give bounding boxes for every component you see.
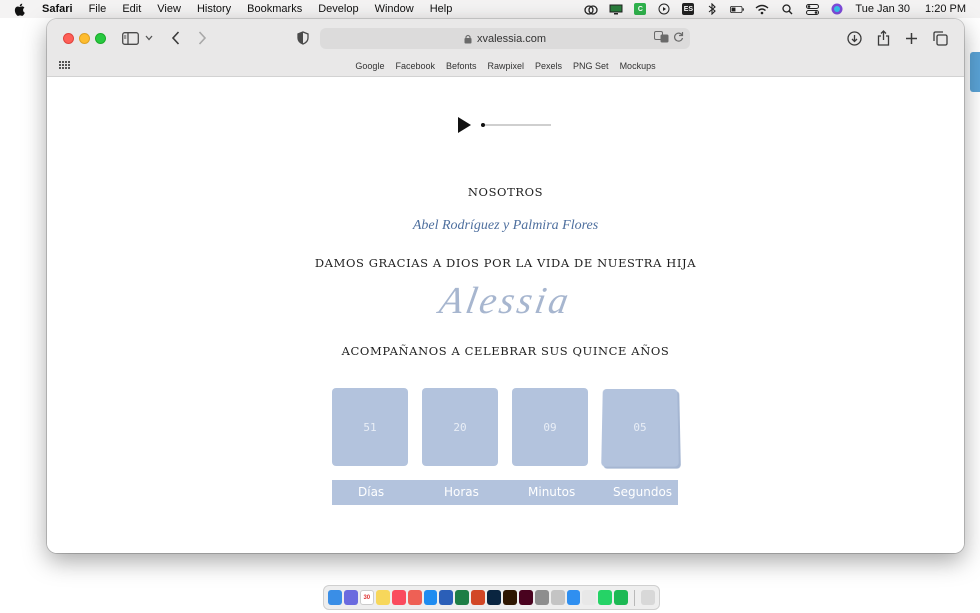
menu-bookmarks[interactable]: Bookmarks (247, 3, 302, 15)
countdown-labels: Días Horas Minutos Segundos (332, 480, 678, 505)
menu-edit[interactable]: Edit (122, 3, 141, 15)
menu-help[interactable]: Help (430, 3, 453, 15)
safari-icon[interactable] (566, 590, 581, 605)
system-settings-icon[interactable] (534, 590, 549, 605)
menu-time[interactable]: 1:20 PM (925, 3, 966, 15)
desktop-folder-fragment (970, 52, 980, 92)
url-text: xvalessia.com (476, 32, 547, 45)
favorite-rawpixel[interactable]: Rawpixel (488, 61, 525, 71)
forward-button[interactable] (198, 29, 207, 47)
dock: 30 (323, 585, 660, 610)
search-icon[interactable] (780, 3, 794, 15)
new-tab-icon[interactable] (905, 29, 918, 47)
notes-icon[interactable] (375, 590, 390, 605)
menu-file[interactable]: File (89, 3, 107, 15)
finder-icon[interactable] (328, 590, 342, 605)
creative-cloud-icon[interactable] (584, 3, 599, 15)
label-seconds: Segundos (613, 485, 673, 499)
downloads-icon[interactable] (847, 29, 862, 47)
app-store-icon[interactable] (423, 590, 438, 605)
sidebar-toggle-icon[interactable] (122, 29, 139, 47)
section-heading: NOSOTROS (467, 185, 544, 199)
menu-bar: Safari File Edit View History Bookmarks … (0, 0, 980, 18)
label-hours: Horas (444, 485, 479, 499)
share-icon[interactable] (877, 29, 890, 47)
address-bar[interactable]: xvalessia.com (320, 28, 690, 49)
whatsapp-icon[interactable] (598, 590, 613, 605)
menu-develop[interactable]: Develop (318, 3, 358, 15)
audio-progress-track[interactable] (481, 122, 551, 127)
app-c-icon[interactable]: C (634, 3, 647, 15)
utilities-icon[interactable] (550, 590, 565, 605)
photo-app-icon[interactable] (407, 590, 422, 605)
menu-app-safari[interactable]: Safari (42, 3, 73, 15)
siri-icon[interactable] (830, 3, 844, 15)
music-icon[interactable] (391, 590, 406, 605)
launchpad-icon[interactable] (343, 590, 358, 605)
back-button[interactable] (171, 29, 180, 47)
privacy-shield-icon[interactable] (297, 29, 309, 47)
zoom-window-button[interactable] (95, 33, 106, 44)
play-icon[interactable] (458, 117, 471, 133)
countdown-days-value: 51 (332, 388, 408, 466)
audio-player (458, 117, 551, 133)
play-circle-icon[interactable] (657, 3, 671, 15)
page-content: NOSOTROS Abel Rodríguez y Palmira Flores… (47, 77, 964, 553)
label-minutes: Minutos (528, 485, 576, 499)
countdown-minutes-value: 09 (512, 388, 588, 466)
favorites-bar: Google Facebook Befonts Rawpixel Pexels … (47, 57, 964, 75)
close-window-button[interactable] (63, 33, 74, 44)
label-days: Días (358, 485, 385, 499)
favorite-google[interactable]: Google (355, 61, 384, 71)
spotify-icon[interactable] (614, 590, 629, 605)
battery-icon[interactable] (730, 3, 745, 15)
input-source-badge[interactable]: ES (682, 3, 695, 15)
display-icon[interactable] (609, 3, 623, 15)
audio-progress-knob[interactable] (481, 122, 485, 127)
dock-separator (634, 589, 635, 606)
countdown: 51 20 09 05 (332, 388, 679, 467)
menu-date[interactable]: Tue Jan 30 (855, 3, 910, 15)
parents-names: Abel Rodríguez y Palmira Flores (412, 218, 599, 233)
countdown-hours-value: 20 (422, 388, 498, 466)
favorite-befonts[interactable]: Befonts (446, 61, 477, 71)
browser-toolbar: xvalessia.com Google Facebook Befonts Ra… (47, 19, 964, 77)
translate-icon[interactable] (654, 31, 669, 46)
celebrant-name: Alessia (436, 280, 575, 322)
calendar-icon[interactable]: 30 (359, 590, 374, 605)
menu-history[interactable]: History (197, 3, 231, 15)
excel-icon[interactable] (455, 590, 470, 605)
indesign-icon[interactable] (518, 590, 533, 605)
countdown-seconds-value: 05 (601, 388, 679, 467)
word-icon[interactable] (439, 590, 454, 605)
favorite-mockups[interactable]: Mockups (620, 61, 656, 71)
status-tray: C ES Tue Jan 30 1:20 PM (584, 0, 966, 18)
trash-icon[interactable] (641, 590, 655, 605)
grid-icon[interactable] (59, 61, 70, 71)
menu-window[interactable]: Window (375, 3, 414, 15)
minimize-window-button[interactable] (79, 33, 90, 44)
chevron-down-icon[interactable] (145, 29, 153, 47)
safari-window: xvalessia.com Google Facebook Befonts Ra… (47, 19, 964, 553)
favorite-pexels[interactable]: Pexels (535, 61, 562, 71)
wifi-icon[interactable] (755, 3, 769, 15)
app-generic-icon[interactable] (582, 590, 597, 605)
illustrator-icon[interactable] (502, 590, 517, 605)
favorite-facebook[interactable]: Facebook (395, 61, 435, 71)
photoshop-icon[interactable] (487, 590, 501, 605)
powerpoint-icon[interactable] (471, 590, 486, 605)
invitation-text: ACOMPAÑANOS A CELEBRAR SUS QUINCE AÑOS (341, 344, 670, 358)
reload-icon[interactable] (673, 31, 684, 46)
control-center-icon[interactable] (805, 3, 819, 15)
thanks-text: DAMOS GRACIAS A DIOS POR LA VIDA DE NUES… (314, 256, 697, 270)
tab-overview-icon[interactable] (933, 29, 948, 47)
lock-icon (464, 34, 472, 44)
favorite-png-set[interactable]: PNG Set (573, 61, 609, 71)
menu-view[interactable]: View (157, 3, 181, 15)
apple-menu-icon[interactable] (14, 3, 28, 16)
bluetooth-icon[interactable] (705, 3, 719, 15)
